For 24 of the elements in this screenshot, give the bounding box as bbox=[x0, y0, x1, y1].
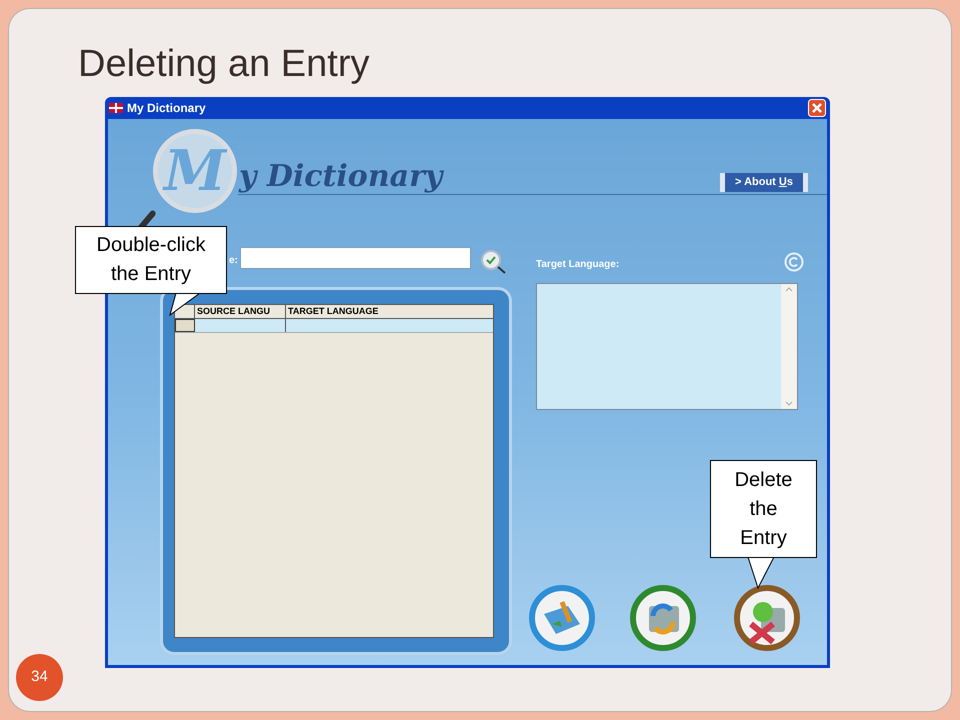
target-text-area[interactable] bbox=[536, 283, 798, 410]
grid-cell[interactable] bbox=[286, 319, 493, 332]
copyright-icon bbox=[784, 252, 804, 272]
search-field[interactable] bbox=[240, 247, 471, 269]
flag-icon bbox=[109, 103, 123, 113]
row-selector[interactable] bbox=[175, 319, 195, 332]
callout-text: Delete the Entry bbox=[734, 468, 794, 550]
column-header: TARGET LANGUAGE bbox=[287, 305, 380, 318]
search-label: e: bbox=[229, 254, 238, 268]
magnifier-icon: M bbox=[153, 129, 237, 213]
close-icon[interactable] bbox=[808, 99, 826, 117]
delete-entry-button[interactable] bbox=[733, 584, 801, 652]
logo-text: y Dictionary bbox=[239, 158, 442, 196]
callout-text: Double-click the Entry bbox=[96, 233, 206, 287]
add-entry-button[interactable] bbox=[528, 584, 596, 652]
about-us-link[interactable]: > About Us bbox=[720, 173, 808, 192]
search-icon[interactable] bbox=[481, 250, 507, 274]
edit-entry-button[interactable] bbox=[629, 584, 697, 652]
target-language-label: Target Language: bbox=[536, 258, 620, 272]
column-header: SOURCE LANGU bbox=[195, 305, 286, 318]
scrollbar[interactable] bbox=[781, 284, 797, 409]
grid-cell[interactable] bbox=[195, 319, 286, 332]
window-title: My Dictionary bbox=[127, 100, 207, 117]
slide-title: Deleting an Entry bbox=[78, 42, 370, 87]
